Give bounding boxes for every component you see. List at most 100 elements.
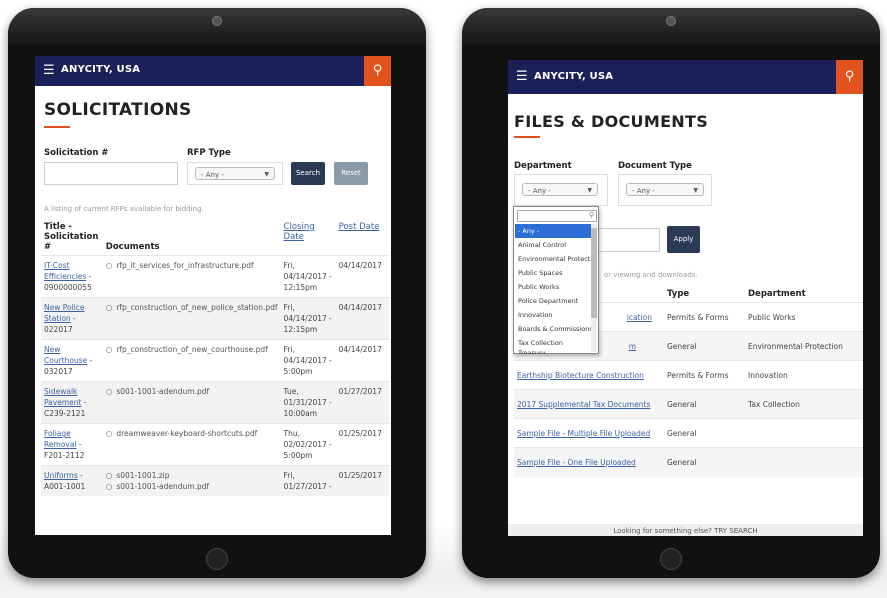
listing-note: A listing of current RFPs available for … <box>44 205 204 213</box>
dropdown-search-input[interactable]: ⚲ <box>517 210 597 222</box>
rfp-type-label: RFP Type <box>187 148 231 158</box>
document-link[interactable]: 2017 Supplemental Tax Documents <box>517 400 650 409</box>
document-link[interactable]: Sample File - One File Uploaded <box>517 458 636 467</box>
dropdown-option[interactable]: Innovation <box>515 308 593 322</box>
post-date: 04/14/2017 <box>335 255 389 298</box>
document-department: Tax Collection <box>745 389 863 419</box>
document-type: Permits & Forms <box>664 360 745 390</box>
solicitation-link[interactable]: New Courthouse <box>44 345 87 365</box>
screen-solicitations: ☰ ANYCITY, USA ⚲ SOLICITATIONS Solicitat… <box>35 56 391 535</box>
post-date: 01/27/2017 <box>335 381 389 424</box>
closing-date: Fri, 04/14/2017 - 12:15pm <box>280 297 336 340</box>
brand-name[interactable]: ANYCITY, USA <box>61 64 140 75</box>
search-icon: ⚲ <box>588 211 594 219</box>
document-type: General <box>664 331 745 361</box>
document-type: General <box>664 389 745 419</box>
tablet-left: ☰ ANYCITY, USA ⚲ SOLICITATIONS Solicitat… <box>8 8 426 578</box>
document-link[interactable]: s001-1001.zip <box>116 471 169 480</box>
footer-search-prompt[interactable]: Looking for something else? TRY SEARCH <box>508 524 863 536</box>
dropdown-option[interactable]: Environmental Protection <box>515 252 593 266</box>
document-department: Public Works <box>745 302 863 332</box>
solicitation-link[interactable]: Sidewalk Pavement <box>44 387 81 407</box>
post-date: 04/14/2017 <box>335 297 389 340</box>
post-date: 01/25/2017 <box>335 465 389 496</box>
department-label: Department <box>514 161 572 171</box>
dropdown-option[interactable]: Public Works <box>515 280 593 294</box>
dropdown-option[interactable]: Public Spaces <box>515 266 593 280</box>
dropdown-option[interactable]: Animal Control <box>515 238 593 252</box>
document-type-select[interactable]: - Any - ▼ <box>626 183 704 196</box>
table-row: New Courthouse - 032017 ○ rfp_constructio… <box>41 339 389 382</box>
apply-button[interactable]: Apply <box>667 226 700 253</box>
hamburger-icon[interactable]: ☰ <box>43 63 55 79</box>
document-type-label: Document Type <box>618 161 692 171</box>
table-row: 2017 Supplemental Tax Documents General … <box>514 389 863 419</box>
document-link[interactable]: Sample File - Multiple File Uploaded <box>517 429 650 438</box>
page-title: SOLICITATIONS <box>44 100 192 120</box>
document-link[interactable]: ication <box>627 313 652 322</box>
reset-button[interactable]: Reset <box>334 162 368 185</box>
document-link[interactable]: s001-1001-adendum.pdf <box>116 482 209 491</box>
document-link[interactable]: m <box>629 342 636 351</box>
scrollbar-thumb[interactable] <box>591 228 597 318</box>
table-row: Sample File - One File Uploaded General <box>514 447 863 477</box>
document-link[interactable]: rfp_construction_of_new_courthouse.pdf <box>116 345 268 354</box>
home-button[interactable] <box>206 548 228 570</box>
document-department <box>745 418 863 448</box>
closing-date: Fri, 04/14/2017 - 5:00pm <box>280 339 336 382</box>
document-link[interactable]: rfp_it_services_for_infrastructure.pdf <box>116 261 253 270</box>
document-department <box>745 447 863 477</box>
header-post-date[interactable]: Post Date <box>336 219 389 256</box>
table-row: Sidewalk Pavement - C239-2121 ○ s001-1001… <box>41 381 389 424</box>
search-button[interactable]: Search <box>291 162 325 185</box>
chevron-down-icon: ▼ <box>587 187 592 194</box>
header-title: Title - Solicitation # <box>44 222 99 252</box>
dropdown-option[interactable]: Boards & Commissions <box>515 322 593 336</box>
keyword-input[interactable] <box>598 228 660 252</box>
document-department: Environmental Protection <box>745 331 863 361</box>
solicitation-link[interactable]: New Police Station <box>44 303 85 323</box>
document-department: Innovation <box>745 360 863 390</box>
document-link[interactable]: dreamweaver-keyboard-shortcuts.pdf <box>116 429 257 438</box>
header-closing-date[interactable]: Closing Date <box>281 219 336 256</box>
search-icon[interactable]: ⚲ <box>836 60 863 94</box>
document-link[interactable]: Earthship Biotecture Construction <box>517 371 644 380</box>
document-type: General <box>664 418 745 448</box>
brand-name[interactable]: ANYCITY, USA <box>534 71 613 82</box>
solicitation-input[interactable] <box>44 162 178 185</box>
title-underline <box>514 136 540 138</box>
home-button[interactable] <box>660 548 682 570</box>
department-dropdown: ⚲ - Any - Animal Control Environmental P… <box>513 206 599 354</box>
department-selected: - Any - <box>528 187 551 195</box>
document-type: General <box>664 447 745 477</box>
closing-date: Thu, 02/02/2017 - 5:00pm <box>280 423 336 466</box>
search-icon[interactable]: ⚲ <box>364 56 391 86</box>
document-link[interactable]: s001-1001-adendum.pdf <box>116 387 209 396</box>
rfp-type-select[interactable]: - Any - ▼ <box>195 167 275 180</box>
page-title: FILES & DOCUMENTS <box>514 112 709 131</box>
screen-files-documents: ☰ ANYCITY, USA ⚲ FILES & DOCUMENTS Depar… <box>508 60 863 536</box>
department-select[interactable]: - Any - ▼ <box>522 183 598 196</box>
document-type: Permits & Forms <box>664 302 745 332</box>
table-row: IT-Cost Efficiencies - 0900000055 ○ rfp_i… <box>41 255 389 298</box>
closing-date: Tue, 01/31/2017 - 10:00am <box>280 381 336 424</box>
solicitation-link[interactable]: IT-Cost Efficiencies <box>44 261 86 281</box>
table-row: Foliage Removal - F201-2112 ○ dreamweaver… <box>41 423 389 466</box>
solicitation-link[interactable]: Foliage Removal <box>44 429 77 449</box>
document-link[interactable]: rfp_construction_of_new_police_station.p… <box>116 303 277 312</box>
top-nav: ☰ ANYCITY, USA ⚲ <box>35 56 391 86</box>
solicitation-label: Solicitation # <box>44 148 109 158</box>
camera-icon <box>212 16 222 26</box>
title-underline <box>44 126 70 128</box>
dropdown-scrollbar[interactable] <box>591 224 597 352</box>
solicitations-table: Title - Solicitation # Documents Closing… <box>41 219 389 496</box>
dropdown-option[interactable]: Police Department <box>515 294 593 308</box>
top-nav: ☰ ANYCITY, USA ⚲ <box>508 60 863 94</box>
table-row: New Police Station - 022017 ○ rfp_constru… <box>41 297 389 340</box>
document-type-selected: - Any - <box>632 187 655 195</box>
camera-icon <box>666 16 676 26</box>
dropdown-option[interactable]: Treasury <box>515 348 593 354</box>
solicitation-link[interactable]: Uniforms <box>44 471 78 480</box>
hamburger-icon[interactable]: ☰ <box>516 69 528 85</box>
dropdown-option[interactable]: - Any - <box>515 224 593 238</box>
